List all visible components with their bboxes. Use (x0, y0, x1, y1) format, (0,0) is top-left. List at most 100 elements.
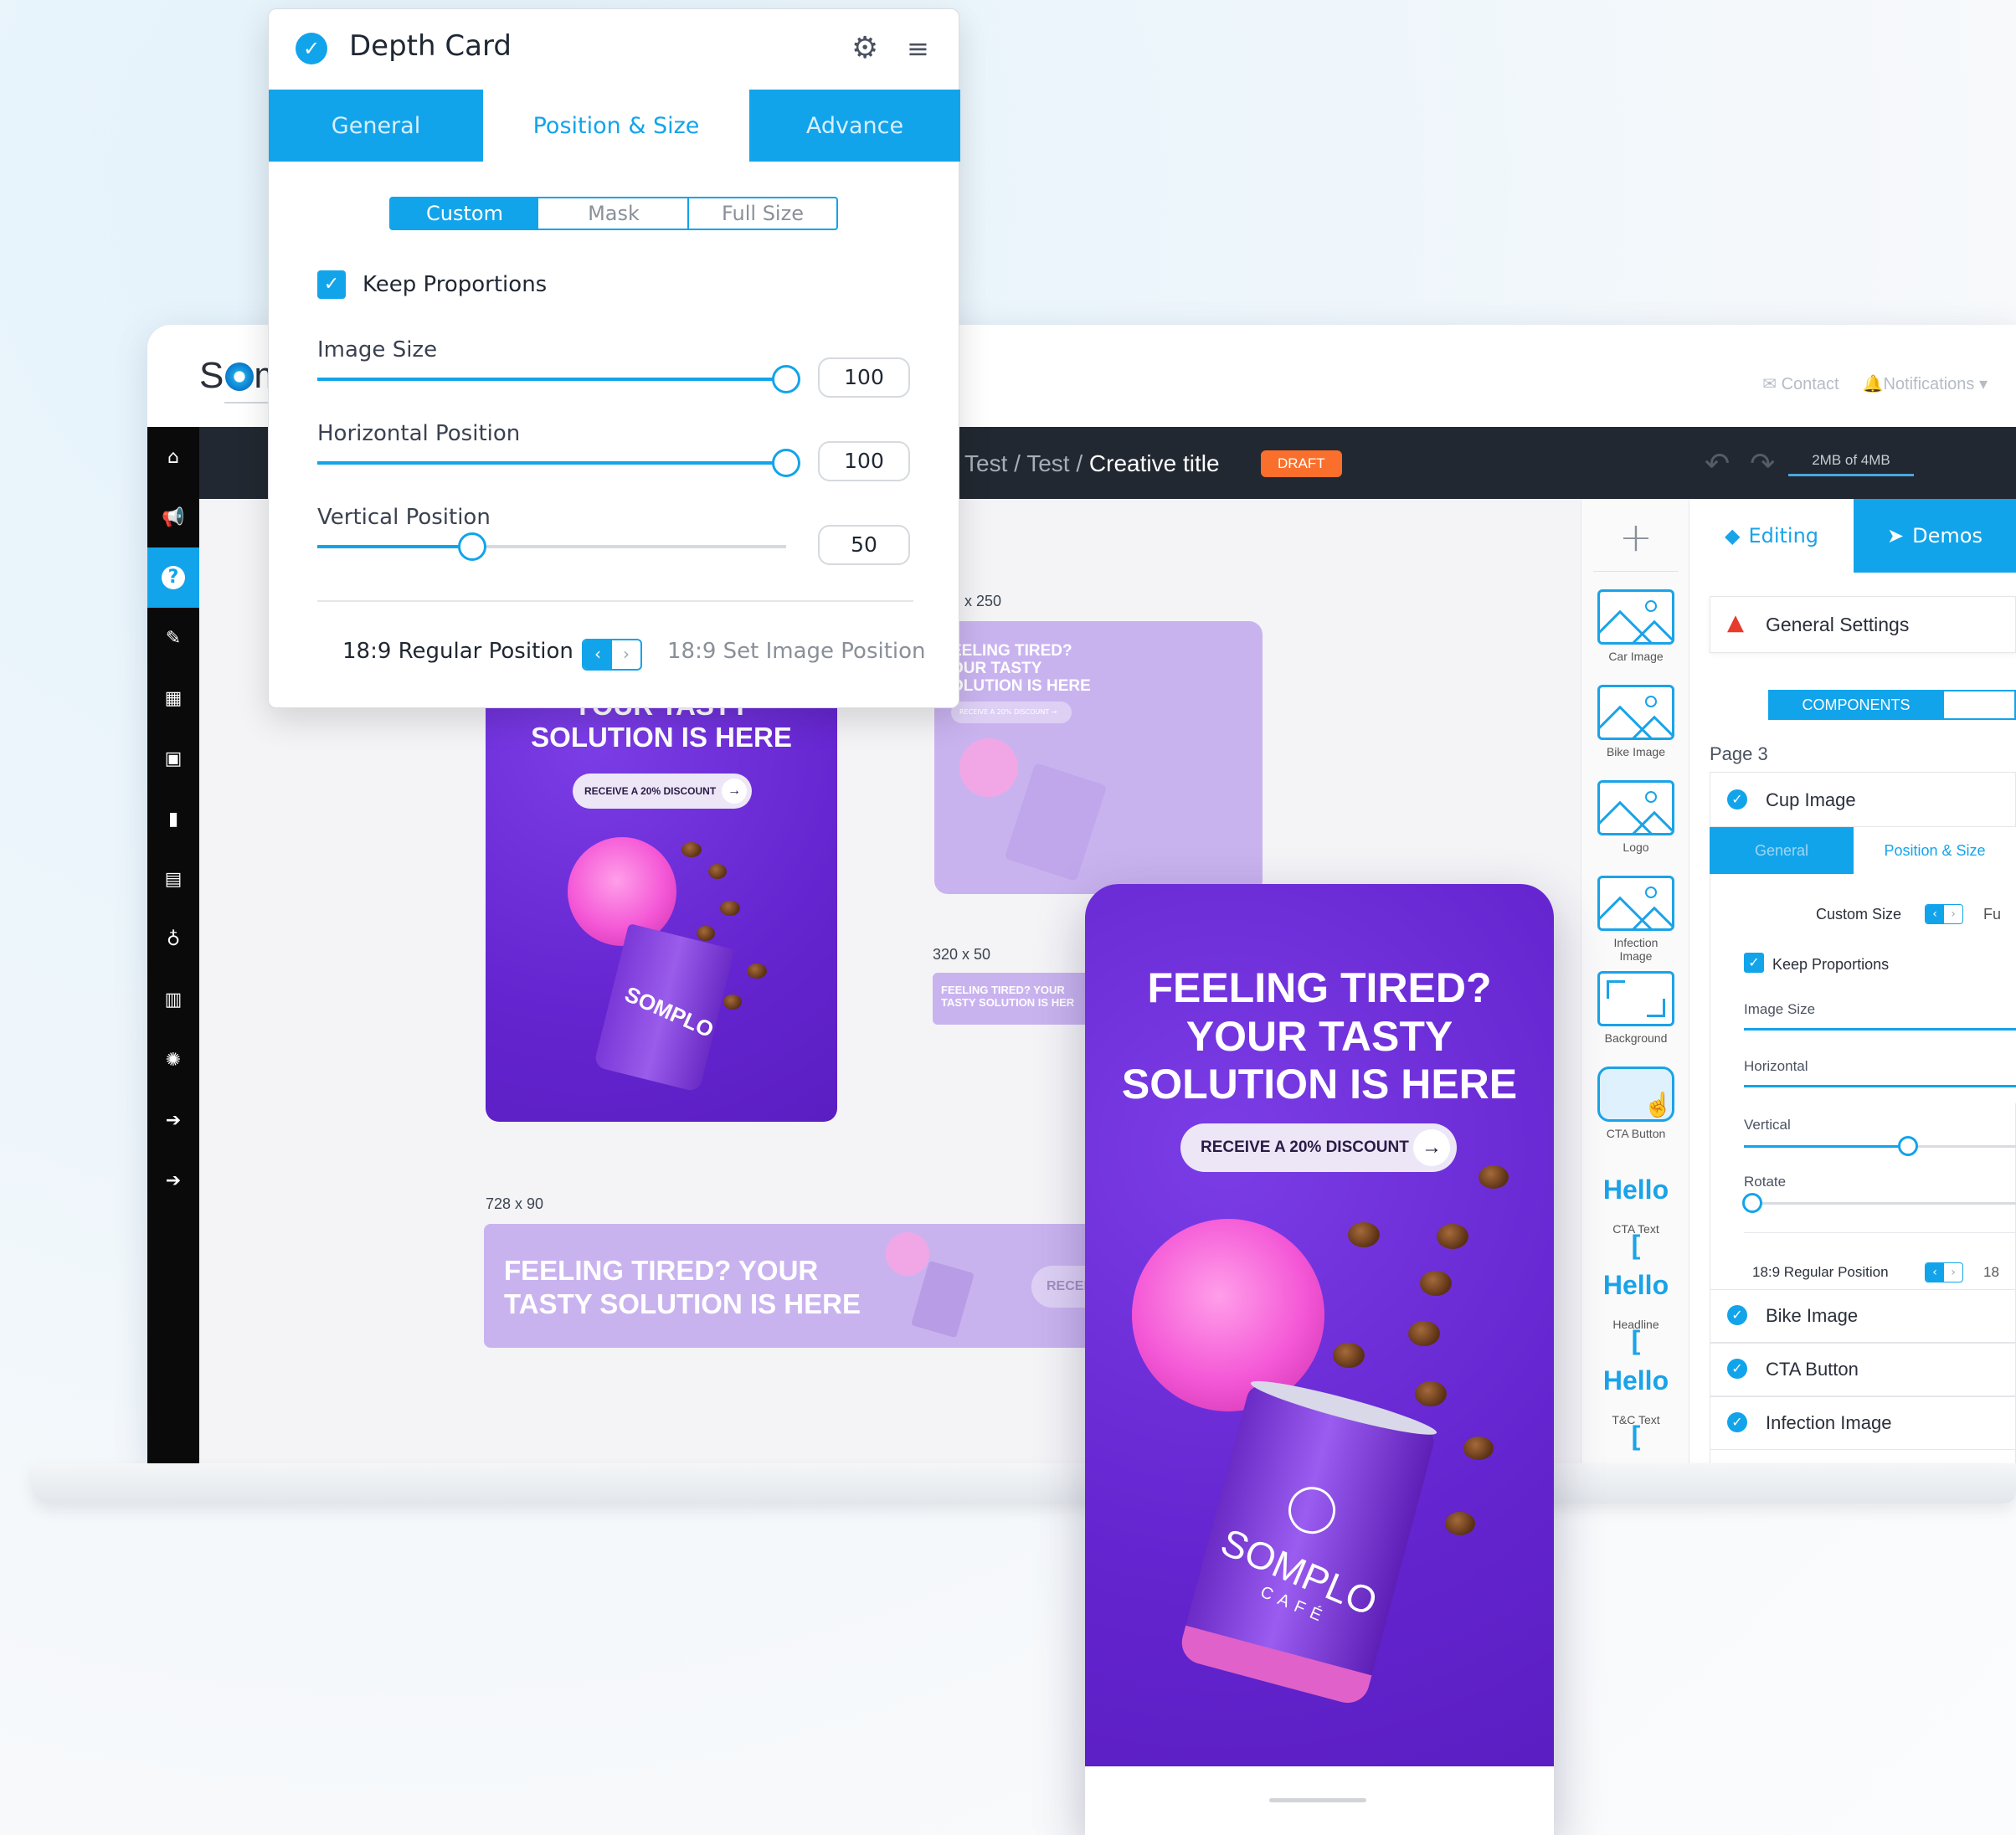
check-icon: ✓ (1727, 789, 1747, 810)
vertical-slider[interactable] (1744, 1136, 2016, 1156)
segment-mask[interactable]: Mask (538, 197, 689, 230)
send-icon: ➤ (1887, 524, 1905, 547)
tab-position-size[interactable]: Position & Size (483, 90, 749, 162)
bar-chart-icon[interactable]: ▥ (147, 969, 199, 1030)
coffee-bean (1479, 1165, 1509, 1189)
help-icon[interactable]: ? (147, 547, 199, 608)
image-size-slider[interactable] (1744, 1028, 2016, 1031)
horizontal-position-slider[interactable] (317, 449, 800, 477)
component-item[interactable]: Bike Image (1597, 685, 1674, 758)
tab-editing[interactable]: ◆ Editing (1689, 499, 1854, 573)
slider-label: Horizontal (1744, 1058, 1808, 1074)
grid-icon[interactable]: ▦ (147, 668, 199, 728)
cup-rim (1247, 1373, 1440, 1443)
item-label: Bike Image (1766, 1305, 1859, 1326)
image-icon (1597, 685, 1674, 740)
lightbulb-icon[interactable]: ♁ (147, 909, 199, 969)
banner-headline-line: SOLUTION IS HERE (531, 721, 792, 753)
breadcrumb-item[interactable]: Test (964, 450, 1007, 476)
arrow-right-icon[interactable]: ➔ (147, 1150, 199, 1210)
brush-icon[interactable]: ✎ (147, 608, 199, 668)
component-item[interactable]: Hello [CTA Text (1597, 1162, 1674, 1260)
cta-button[interactable]: RECEIVE A 20% DISCOUNT → (1180, 1123, 1457, 1172)
banner-headline-line: OLUTION IS HERE (951, 676, 1091, 695)
full-size-label: Fu (1983, 906, 2002, 923)
tab-advance[interactable]: Advance (749, 90, 960, 162)
banner-medium[interactable]: EELING TIRED? OUR TASTY OLUTION IS HERE … (934, 621, 1263, 894)
position-toggle[interactable]: ‹ › (582, 639, 642, 671)
image-icon[interactable]: ▣ (147, 728, 199, 789)
id-card-icon[interactable]: ▤ (147, 849, 199, 909)
custom-size-label: Custom Size (1816, 906, 1902, 923)
cta-button-row[interactable]: ✓ CTA Button (1710, 1343, 2016, 1396)
breadcrumb-item[interactable]: Test (1026, 450, 1069, 476)
sub-tabs: General Position & Size (1710, 827, 2016, 874)
hello-text-icon: Hello [ (1602, 1365, 1669, 1451)
position-size-panel: Custom Size ‹ › Fu ✓ Keep Proportions Ima… (1710, 874, 2016, 1289)
component-item[interactable]: ☝ CTA Button (1597, 1067, 1674, 1140)
cta-label: RECEIVE A 20% DISCOUNT (584, 785, 717, 797)
home-icon[interactable]: ⌂ (147, 427, 199, 487)
image-size-slider[interactable] (317, 365, 800, 393)
component-item[interactable]: Logo (1597, 780, 1674, 854)
banner-mobile[interactable]: FEELING TIRED? YOUR TASTY SOLUTION IS HE… (1085, 884, 1554, 1766)
arrow-right-icon[interactable]: ➔ (147, 1090, 199, 1150)
tab-demos[interactable]: ➤ Demos (1854, 499, 2016, 573)
divider (1593, 571, 1679, 572)
creative-title[interactable]: Creative title (1089, 450, 1220, 476)
contact-link[interactable]: ✉ Contact (1762, 373, 1839, 394)
regular-position-toggle[interactable]: ‹ › (1925, 1262, 1963, 1282)
checkbox-checked-icon[interactable]: ✓ (317, 270, 346, 299)
component-item[interactable]: Car Image (1597, 589, 1674, 663)
image-size-value[interactable]: 100 (818, 357, 910, 398)
component-item[interactable]: Hello [T&C Text (1597, 1353, 1674, 1451)
component-label: Headline (1612, 1318, 1659, 1331)
notifications-link[interactable]: 🔔Notifications ▾ (1863, 373, 1988, 394)
layers-icon: ◆ (1724, 524, 1741, 547)
custom-size-toggle[interactable]: ‹ › (1925, 904, 1963, 924)
cup-image-row[interactable]: ✓ Cup Image (1710, 772, 2016, 827)
cta-label: RECEIVE A 20% DISCOUNT (959, 708, 1050, 716)
component-item[interactable]: Background (1597, 971, 1674, 1045)
cta-button[interactable]: RECEIVE A 20% DISCOUNT → (573, 774, 752, 809)
cup-lid (886, 1232, 929, 1276)
slider-label: Vertical (1744, 1117, 1791, 1133)
tab-general[interactable]: General (269, 90, 483, 162)
book-icon[interactable]: ▮ (147, 789, 199, 849)
megaphone-icon[interactable]: 📢 (147, 487, 199, 547)
coffee-bean (1463, 1437, 1494, 1460)
segment-custom[interactable]: Custom (389, 197, 540, 230)
vertical-position-slider[interactable] (317, 532, 786, 561)
image-icon (1597, 780, 1674, 835)
gear-icon[interactable]: ⚙ (851, 31, 878, 65)
rotate-slider[interactable] (1742, 1193, 2016, 1213)
undo-icon[interactable]: ↶ (1705, 447, 1750, 481)
horizontal-slider[interactable] (1744, 1085, 2016, 1087)
banner-leaderboard[interactable]: FEELING TIRED? YOUR TASTY SOLUTION IS HE… (484, 1224, 1170, 1348)
cta-label: RECEIVE A 20% DISCOUNT (1201, 1139, 1409, 1156)
banner-small[interactable]: FEELING TIRED? YOUR TASTY SOLUTION IS HE… (933, 973, 1092, 1025)
infection-image-row[interactable]: ✓ Infection Image (1710, 1396, 2016, 1450)
component-item[interactable]: Hello [Headline (1597, 1257, 1674, 1355)
tab-position-size[interactable]: Position & Size (1854, 827, 2016, 874)
general-settings-row[interactable]: ▲ General Settings (1710, 596, 2016, 653)
component-label: CTA Button (1606, 1127, 1666, 1140)
component-item[interactable]: Infection Image (1597, 876, 1674, 963)
chevron-left-icon: ‹ (584, 640, 612, 669)
arrow-right-icon: → (722, 779, 747, 804)
storage-indicator: 2MB of 4MB (1788, 452, 1914, 476)
checkbox-checked-icon[interactable]: ✓ (1744, 953, 1764, 973)
horizontal-position-value[interactable]: 100 (818, 441, 910, 481)
menu-icon[interactable]: ≡ (907, 33, 929, 64)
add-component-icon[interactable]: + (1581, 514, 1690, 561)
gear-icon[interactable]: ✺ (147, 1030, 199, 1090)
cta-button[interactable]: RECEIVE A 20% DISCOUNT → (951, 702, 1072, 723)
tab-general[interactable]: General (1710, 827, 1854, 874)
components-button[interactable]: COMPONENTS (1768, 690, 1944, 720)
toggle-segment[interactable] (1944, 690, 2016, 720)
segment-full-size[interactable]: Full Size (687, 197, 838, 230)
cup-bottom-band (1176, 1625, 1372, 1708)
slider-label: Rotate (1744, 1174, 1787, 1190)
bike-image-row[interactable]: ✓ Bike Image (1710, 1289, 2016, 1343)
vertical-position-value[interactable]: 50 (818, 525, 910, 565)
